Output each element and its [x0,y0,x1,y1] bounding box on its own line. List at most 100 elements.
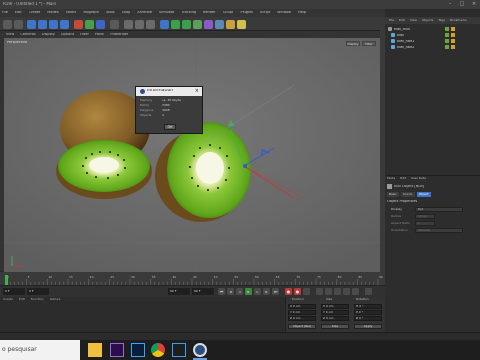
key-position-icon[interactable] [316,288,323,295]
menu-select[interactable]: Select [66,11,77,15]
frame-end-preview-field[interactable]: 90 F [192,288,214,295]
menu-render[interactable]: Render [203,11,215,15]
next-frame-icon[interactable]: ▹ [254,288,261,295]
after-effects-icon[interactable] [110,343,124,357]
menu-animate[interactable]: Animate [137,11,152,15]
viewport-menu-filter[interactable]: Filter [80,33,89,37]
goto-end-icon[interactable]: ⏭ [272,288,279,295]
radius-field[interactable]: 10 cm [415,214,435,219]
key-param-icon[interactable] [343,288,350,295]
coords-size-mode-select[interactable]: Size [321,324,349,329]
timeline-settings-icon[interactable] [365,288,372,295]
apply-button[interactable]: Apply [354,324,382,329]
frame-current-field[interactable]: 0 F [27,288,49,295]
viewport-menu-options[interactable]: Options [61,33,75,37]
cinema4d-icon[interactable] [193,343,207,357]
keyframe-selection-icon[interactable] [303,288,310,295]
coords-mode-select[interactable]: Object (Rel) [288,324,316,329]
frame-start-field[interactable]: 0 F [3,288,25,295]
file-explorer-icon[interactable] [88,343,102,357]
record-icon[interactable]: ● [285,288,292,295]
timeline-playhead[interactable] [5,275,8,285]
mat-menu-texture[interactable]: Texture [50,298,61,304]
rotate-icon[interactable] [60,20,69,29]
move-icon[interactable] [38,20,47,29]
pen-icon[interactable] [171,20,180,29]
viewport-menu-display[interactable]: Display [42,33,55,37]
prev-frame-icon[interactable]: ◃ [236,288,243,295]
menu-file[interactable]: File [2,11,8,15]
menu-edit[interactable]: Edit [15,11,22,15]
am-menu-edit[interactable]: Edit [400,177,406,180]
key-rotation-icon[interactable] [334,288,341,295]
cloner-icon[interactable] [193,20,202,29]
prev-key-icon[interactable]: ◂ [227,288,234,295]
mat-menu-function[interactable]: Function [31,298,44,304]
undo-icon[interactable] [3,20,12,29]
menu-modes[interactable]: Modes [47,11,58,15]
am-menu-user-data[interactable]: User Data [411,177,426,180]
viewport-menu-view[interactable]: View [6,33,14,37]
menu-window[interactable]: Window [277,11,291,15]
menu-tracking[interactable]: Tracking [181,11,196,15]
key-scale-icon[interactable] [325,288,332,295]
menu-sculpt[interactable]: Sculpt [223,11,234,15]
position-field[interactable]: Z 0 cm [288,316,316,321]
tab-basic[interactable]: Basic [387,192,399,197]
z-axis-icon[interactable] [96,20,105,29]
display-select[interactable]: Dot [415,207,463,212]
size-field[interactable]: Z 0 cm [321,316,349,321]
position-field[interactable]: X 0 cm [288,304,316,309]
menu-simulate[interactable]: Simulate [159,11,174,15]
mat-menu-create[interactable]: Create [3,298,13,304]
menu-snap[interactable]: Snap [122,11,131,15]
timeline-ruler[interactable]: 051015202530354045505560657075808590 [0,272,385,285]
frame-end-field[interactable]: 90 F [168,288,190,295]
position-field[interactable]: Y 0 cm [288,310,316,315]
viewport-menu-prorender[interactable]: ProRender [110,33,128,37]
rotation-field[interactable]: P 0 ° [354,310,382,315]
camera-icon[interactable] [226,20,235,29]
rotation-field[interactable]: H 0 ° [354,304,382,309]
3d-viewport[interactable]: Perspective Display Filter Information ×… [4,38,380,272]
om-menu-objects[interactable]: Objects [422,19,433,22]
object-row[interactable]: kiwi_fruit [385,27,480,32]
render-view-icon[interactable] [124,20,133,29]
object-row[interactable]: kiwi [385,33,480,38]
om-menu-bookmarks[interactable]: Bookmarks [450,19,467,22]
object-row[interactable]: kiwi_half2 [385,45,480,50]
cube-icon[interactable] [160,20,169,29]
scale-icon[interactable] [49,20,58,29]
size-field[interactable]: Y 0 cm [321,310,349,315]
menu-tools[interactable]: Tools [106,11,115,15]
dialog-close-icon[interactable]: × [195,88,199,94]
goto-start-icon[interactable]: ⏮ [218,288,225,295]
autokey-icon[interactable]: ● [294,288,301,295]
menu-mograph[interactable]: Mograph [83,11,98,15]
size-field[interactable]: X 0 cm [321,304,349,309]
viewport-display-button[interactable]: Display [346,41,360,46]
om-menu-edit[interactable]: Edit [399,19,405,22]
aspect-ratio-field[interactable]: 1 [415,221,435,226]
taskbar-search[interactable]: o pesquisar [0,340,80,360]
deformer-icon[interactable] [204,20,213,29]
render-settings-icon[interactable] [146,20,155,29]
om-menu-view[interactable]: View [410,19,417,22]
rotation-field[interactable]: B 0 ° [354,316,382,321]
close-button[interactable]: × [468,0,480,9]
render-picture-viewer-icon[interactable] [135,20,144,29]
menu-help[interactable]: Help [298,11,306,15]
y-axis-icon[interactable] [85,20,94,29]
viewport-filter-button[interactable]: Filter [362,41,376,46]
search-input[interactable]: o pesquisar [2,347,37,353]
minimize-button[interactable]: – [444,0,456,9]
x-axis-icon[interactable] [74,20,83,29]
am-menu-mode[interactable]: Mode [387,177,395,180]
floor-icon[interactable] [215,20,224,29]
menu-plugins[interactable]: Plugins [240,11,253,15]
play-icon[interactable]: ▸ [245,288,252,295]
om-menu-tags[interactable]: Tags [438,19,445,22]
redo-icon[interactable] [14,20,23,29]
mat-menu-edit[interactable]: Edit [19,298,25,304]
live-select-icon[interactable] [27,20,36,29]
